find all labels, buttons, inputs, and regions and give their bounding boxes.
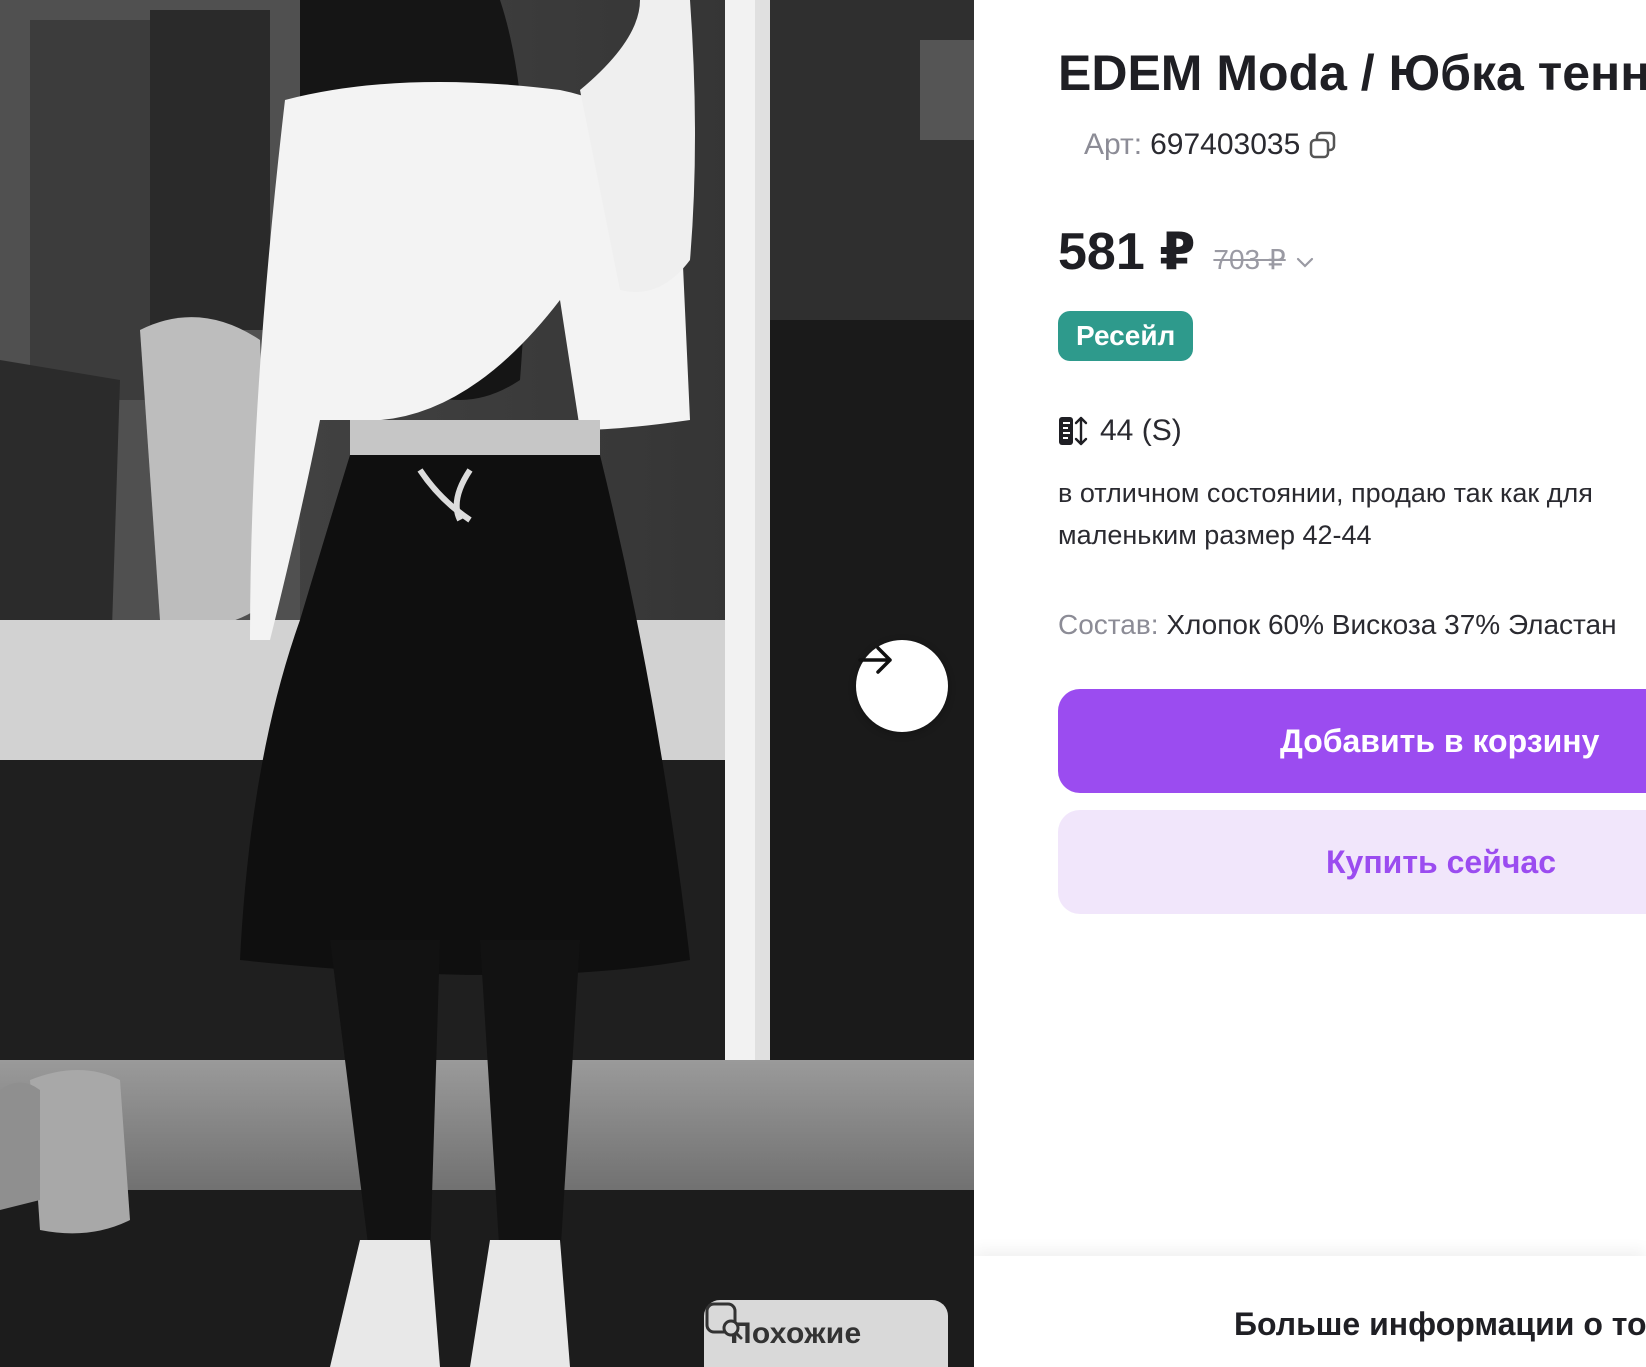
similar-button[interactable]: Похожие [704,1300,948,1367]
copy-icon[interactable] [1308,130,1338,160]
current-price: 581 ₽ [1058,223,1196,281]
similar-label: Похожие [730,1316,862,1350]
add-to-cart-button[interactable]: Добавить в корзину [1058,689,1646,793]
product-photo[interactable]: Похожие [0,0,974,1367]
arrow-right-icon [858,646,892,674]
product-image [0,0,974,1367]
more-info-bar[interactable]: Больше информации о то [974,1256,1646,1367]
more-info-label: Больше информации о то [1234,1306,1646,1342]
product-title: EDEM Moda / Юбка тенн [1058,45,1646,101]
description-line: маленьким размер 42-44 [1058,520,1372,550]
product-description: в отличном состоянии, продаю так как для… [1058,472,1646,556]
composition: Состав: Хлопок 60% Вискоза 37% Эластан [1058,609,1617,641]
article-label: Арт: [1084,128,1143,161]
description-line: в отличном состоянии, продаю так как для [1058,478,1593,508]
old-price: 703 ₽ [1213,244,1286,275]
buy-now-button[interactable]: Купить сейчас [1058,810,1646,914]
product-info-panel: EDEM Moda / Юбка тенн Арт: 697403035 581… [974,0,1646,1367]
size-value: 44 (S) [1100,414,1182,447]
chevron-down-icon [1297,257,1314,268]
size-info: 44 (S) [1058,414,1182,448]
next-image-button[interactable] [856,640,948,732]
composition-value: Хлопок 60% Вискоза 37% Эластан [1166,609,1617,640]
article-value: 697403035 [1150,128,1301,161]
composition-label: Состав: [1058,609,1159,640]
article-number: Арт: 697403035 [1084,128,1338,162]
price-row: 581 ₽ 703 ₽ [1058,222,1314,282]
resale-badge: Ресейл [1058,311,1194,361]
image-search-icon [705,1302,743,1340]
old-price-toggle[interactable]: 703 ₽ [1213,243,1314,276]
size-ruler-icon [1059,416,1088,446]
